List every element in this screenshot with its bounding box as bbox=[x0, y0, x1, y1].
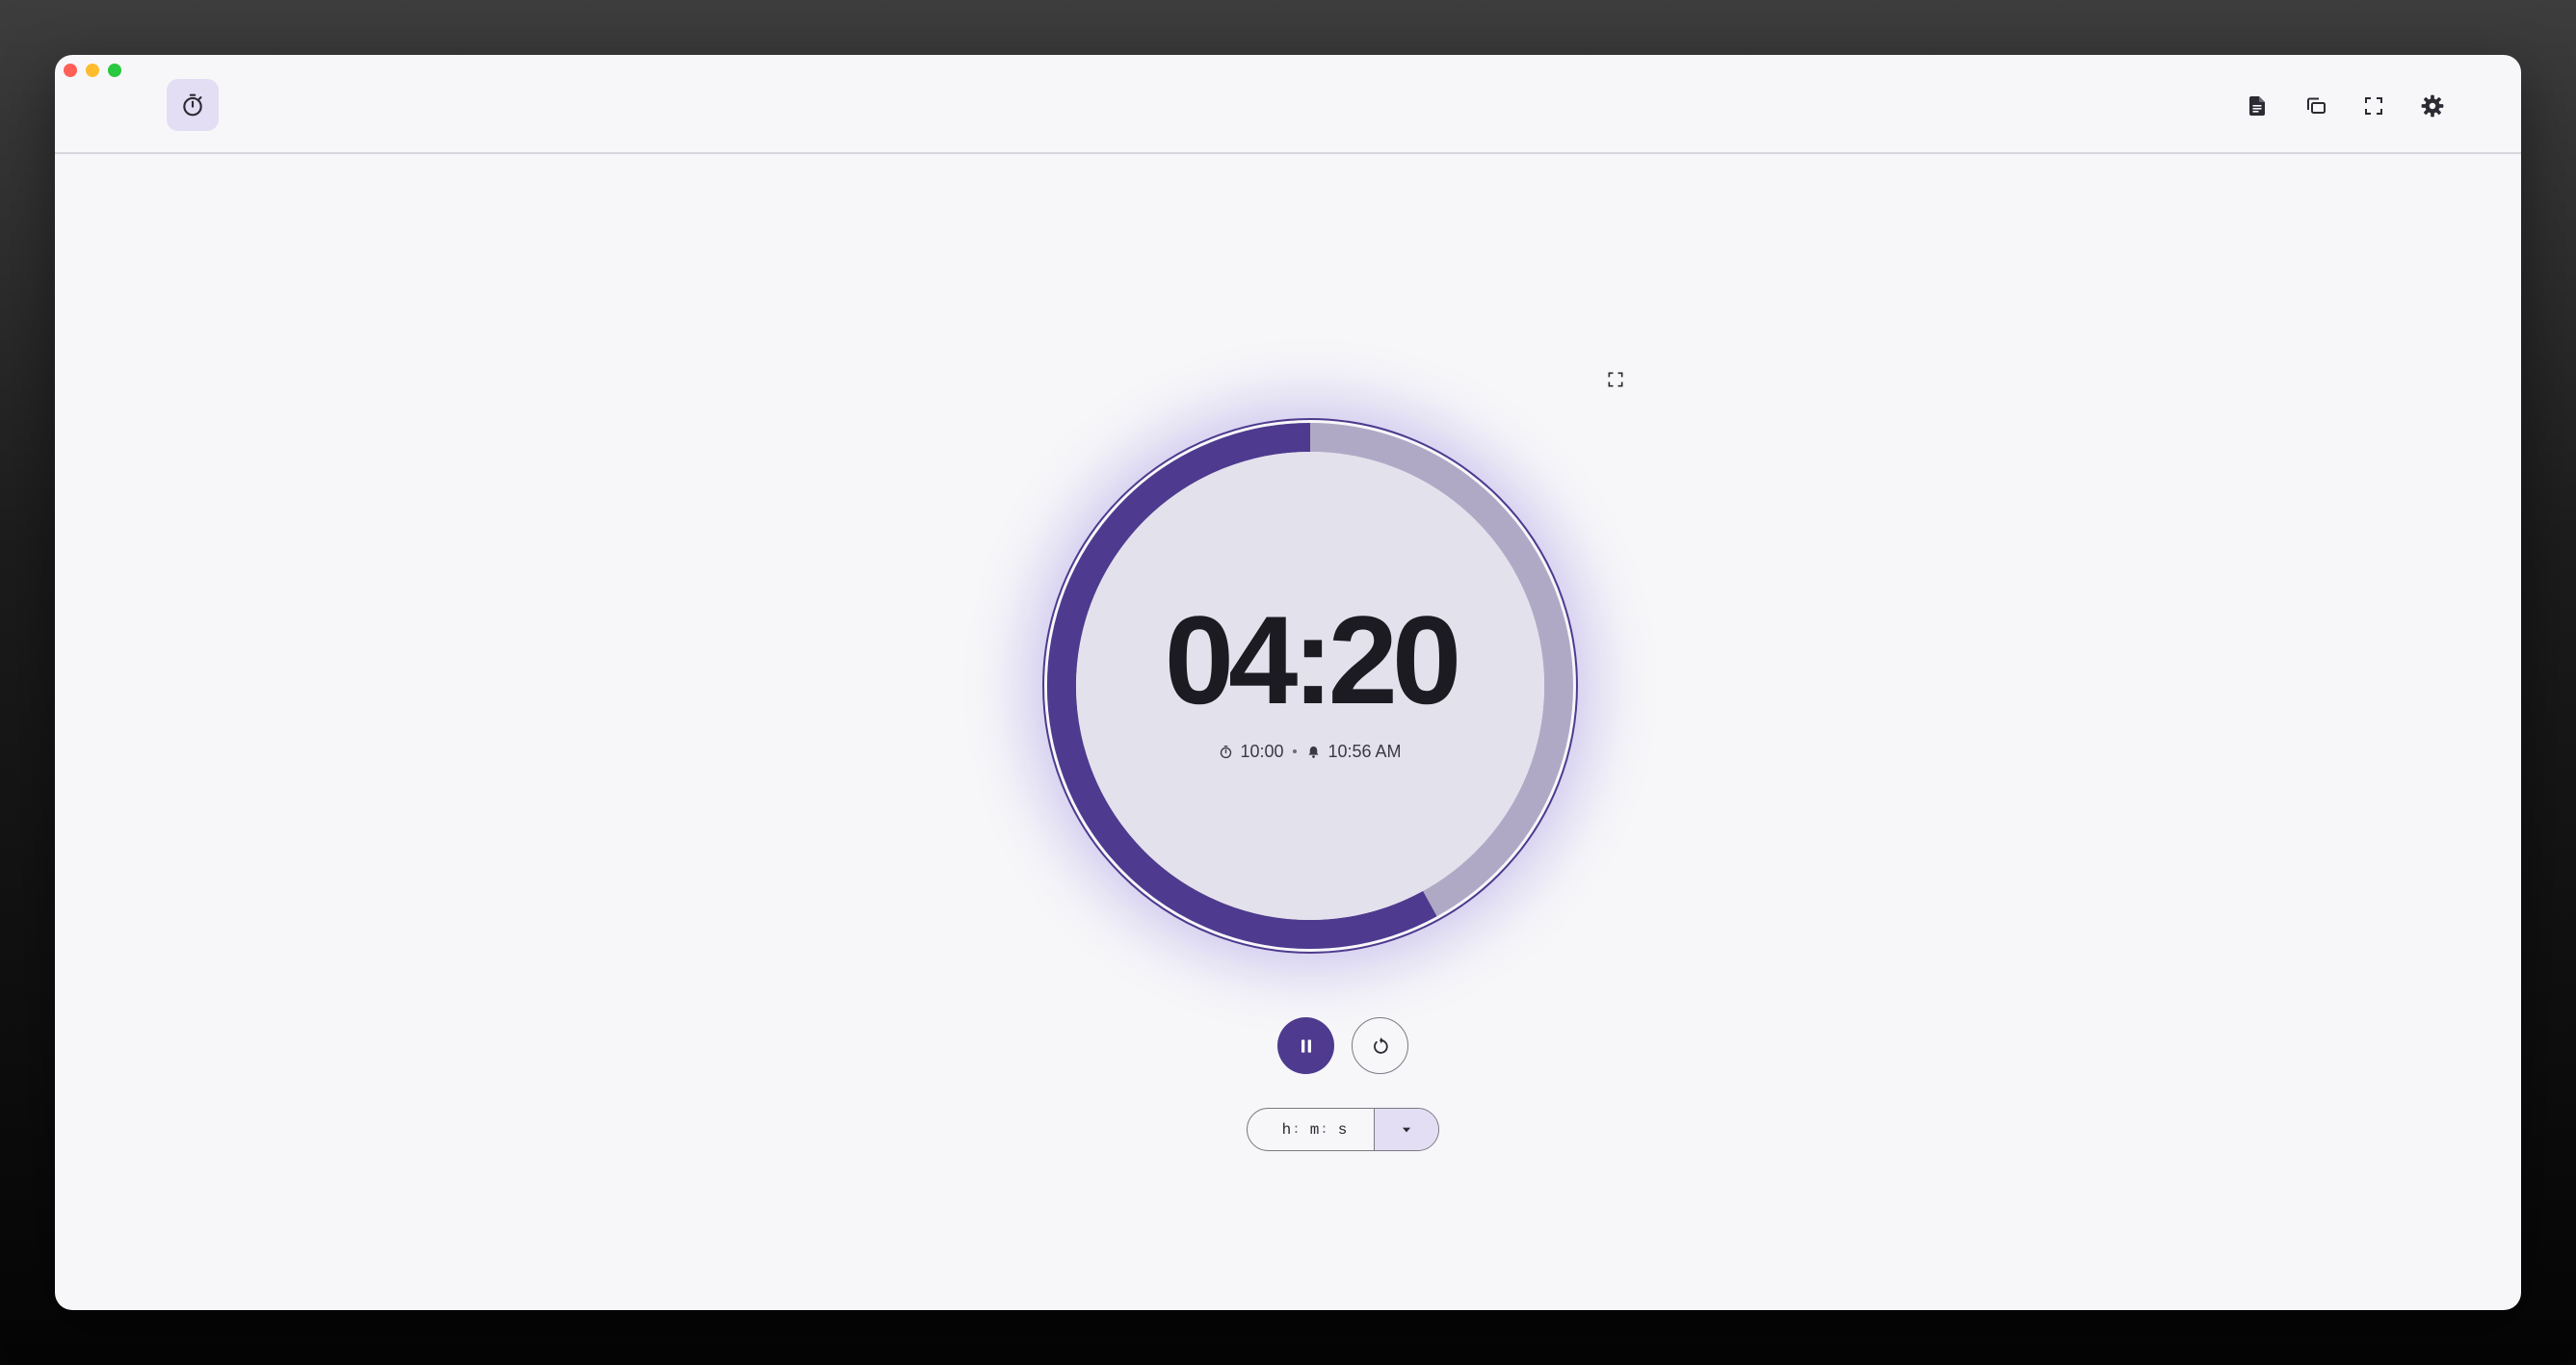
pause-button[interactable] bbox=[1277, 1017, 1334, 1074]
settings-button[interactable] bbox=[2409, 83, 2456, 129]
expand-icon bbox=[1608, 372, 1623, 387]
end-time: 10:56 AM bbox=[1327, 741, 1402, 761]
timer-app-button[interactable] bbox=[167, 79, 219, 131]
hours-label: h bbox=[1281, 1120, 1292, 1139]
toolbar bbox=[55, 55, 2521, 154]
timer-dial: 04:20 10:00 10:56 AM bbox=[1021, 397, 1599, 975]
fullscreen-button[interactable] bbox=[2351, 83, 2397, 129]
remaining-time: 04:20 bbox=[1164, 589, 1461, 730]
seconds-label: s bbox=[1337, 1120, 1348, 1139]
gear-icon bbox=[2421, 94, 2444, 118]
duration-dropdown-button[interactable] bbox=[1374, 1109, 1438, 1150]
picture-in-picture-button[interactable] bbox=[2293, 83, 2339, 129]
reset-button[interactable] bbox=[1352, 1017, 1408, 1074]
minutes-label: m bbox=[1309, 1120, 1320, 1139]
separator-dot bbox=[1293, 749, 1298, 753]
minutes-field[interactable]: m: bbox=[1306, 1121, 1332, 1139]
timer-controls bbox=[1277, 1017, 1408, 1074]
app-window: 04:20 10:00 10:56 AM h: m: s bbox=[55, 55, 2521, 1310]
bell-icon bbox=[1308, 746, 1319, 758]
pause-icon bbox=[1301, 1038, 1311, 1053]
timer-details: 10:00 10:56 AM bbox=[1219, 741, 1402, 762]
dial-center: 04:20 10:00 10:56 AM bbox=[1021, 397, 1599, 975]
timer-icon bbox=[1221, 745, 1232, 758]
focus-mode-button[interactable] bbox=[1601, 365, 1630, 394]
seconds-field[interactable]: s bbox=[1334, 1121, 1352, 1139]
reset-icon bbox=[1373, 1037, 1388, 1054]
pip-icon bbox=[2307, 97, 2326, 114]
document-icon bbox=[2249, 96, 2265, 116]
duration-input: h: m: s bbox=[1247, 1108, 1439, 1151]
duration-fields: h: m: s bbox=[1248, 1109, 1374, 1150]
notes-button[interactable] bbox=[2234, 83, 2280, 129]
hours-field[interactable]: h: bbox=[1278, 1121, 1304, 1139]
expand-icon bbox=[2365, 97, 2382, 115]
timer-icon bbox=[183, 93, 202, 117]
caret-down-icon bbox=[1402, 1127, 1411, 1132]
total-duration: 10:00 bbox=[1240, 741, 1284, 761]
